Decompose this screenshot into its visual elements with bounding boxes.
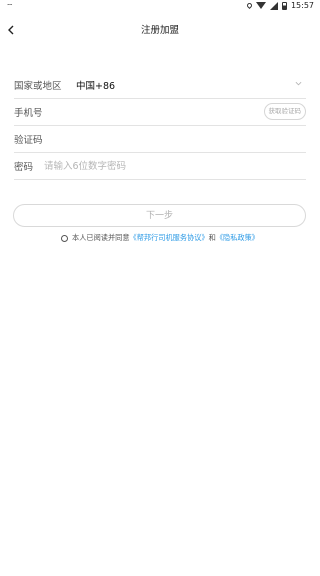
status-bar: ⌔ 15:57 bbox=[0, 0, 320, 14]
wifi-icon bbox=[255, 2, 266, 9]
agreement-prefix: 本人已阅读并同意 bbox=[72, 233, 130, 242]
service-agreement-link[interactable]: 《帮邦行司机服务协议》 bbox=[130, 233, 209, 243]
get-code-button[interactable]: 获取验证码 bbox=[263, 103, 306, 120]
password-label: 密码 bbox=[14, 162, 34, 173]
status-icons: 15:57 bbox=[245, 1, 314, 10]
country-value: 中国+86 bbox=[76, 81, 116, 92]
phone-label: 手机号 bbox=[14, 108, 43, 119]
header: 注册加盟 bbox=[0, 14, 320, 48]
code-row: 验证码 bbox=[14, 126, 306, 153]
chevron-down-icon bbox=[295, 81, 302, 86]
privacy-policy-link[interactable]: 《隐私政策》 bbox=[216, 233, 259, 243]
phone-row: 手机号 获取验证码 bbox=[14, 99, 306, 126]
country-row[interactable]: 国家或地区 中国+86 bbox=[14, 72, 306, 99]
country-label: 国家或地区 bbox=[14, 81, 62, 92]
battery-icon bbox=[281, 1, 287, 10]
agreement-conjunction: 和 bbox=[208, 233, 216, 242]
password-input[interactable] bbox=[44, 156, 306, 176]
agreement: 本人已阅读并同意 《帮邦行司机服务协议》 和 《隐私政策》 bbox=[0, 233, 320, 243]
back-icon[interactable] bbox=[4, 23, 18, 37]
notification-icon: ⌔ bbox=[6, 2, 14, 11]
code-label: 验证码 bbox=[14, 135, 43, 146]
registration-form: 国家或地区 中国+86 手机号 获取验证码 验证码 密码 bbox=[14, 72, 306, 180]
password-row: 密码 bbox=[14, 153, 306, 180]
page-title: 注册加盟 bbox=[140, 25, 179, 36]
next-button[interactable]: 下一步 bbox=[13, 204, 306, 227]
location-icon bbox=[245, 1, 253, 10]
code-input[interactable] bbox=[76, 129, 306, 149]
status-time: 15:57 bbox=[290, 1, 314, 10]
signal-icon bbox=[269, 1, 278, 10]
agreement-checkbox[interactable] bbox=[61, 234, 69, 242]
